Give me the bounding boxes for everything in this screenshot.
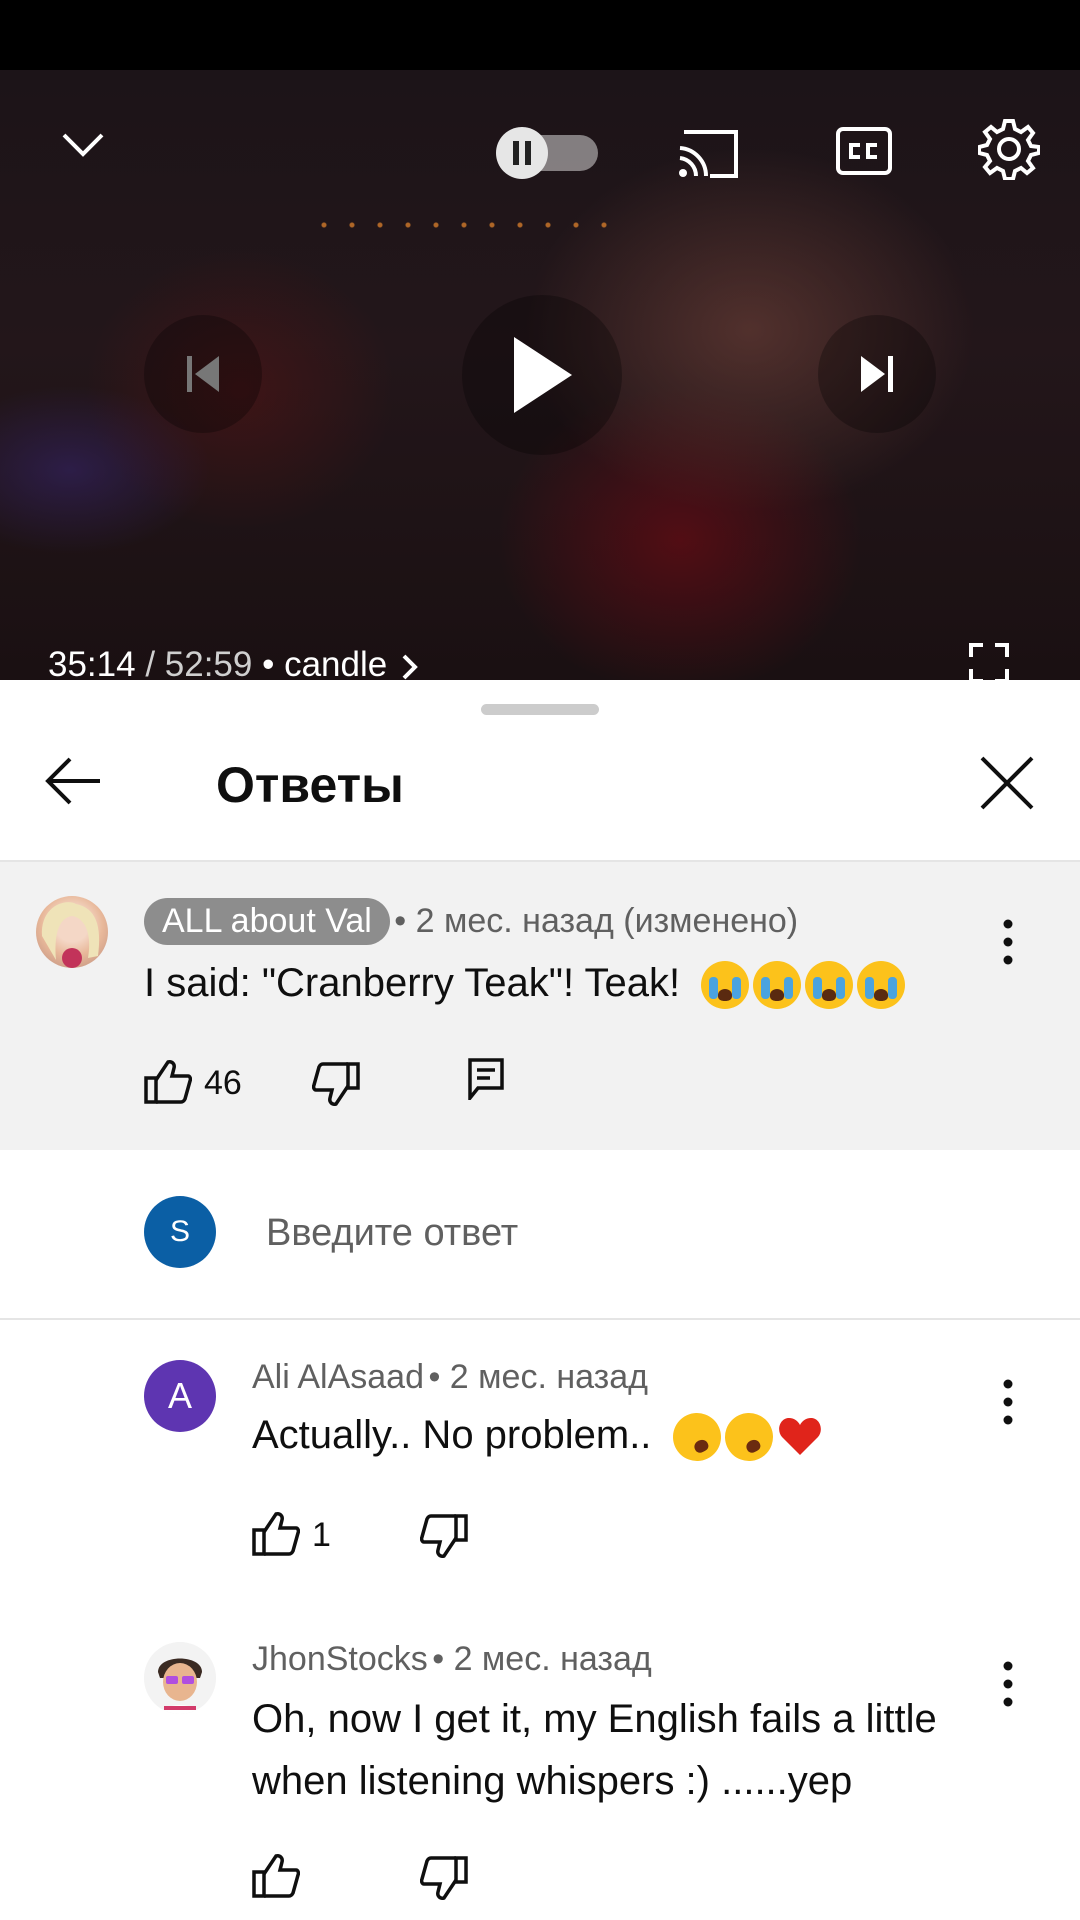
comment-text: Actually.. No problem..: [252, 1413, 652, 1457]
sheet-drag-handle[interactable]: [481, 704, 599, 715]
reply-comment-icon[interactable]: [468, 1058, 504, 1105]
reply-compose-row: S: [0, 1150, 1080, 1318]
loudly-crying-face-icon: [701, 961, 750, 1010]
rolling-laughing-face-icon: [664, 1405, 729, 1470]
comment-text-line-2: when listening whispers :) ......yep: [252, 1759, 853, 1803]
loudly-crying-face-icon: [857, 961, 906, 1010]
cast-icon[interactable]: [676, 125, 740, 183]
chapter-separator: •: [252, 645, 285, 680]
comment-header: JhonStocks • 2 мес. назад: [252, 1640, 652, 1679]
dislike-thumb-down-icon[interactable]: [311, 1062, 360, 1113]
dislike-thumb-down-icon[interactable]: [419, 1514, 468, 1565]
like-count: 46: [204, 1064, 242, 1102]
settings-gear-icon[interactable]: [978, 118, 1040, 180]
red-heart-icon: [778, 1418, 821, 1456]
comment-text-line: I said: "Cranberry Teak"! Teak!: [144, 952, 906, 1014]
status-bar: [0, 0, 1080, 70]
video-player[interactable]: 35:14 / 52:59 • candle: [0, 70, 1080, 680]
sheet-header: Ответы: [0, 720, 1080, 838]
comment-text: I said: "Cranberry Teak"! Teak!: [144, 961, 681, 1005]
minimize-chevron-icon[interactable]: [50, 115, 116, 175]
emoji-group: [664, 1405, 823, 1470]
author-chip[interactable]: ALL about Val: [144, 898, 390, 945]
loudly-crying-face-icon: [753, 961, 802, 1010]
avatar[interactable]: A: [144, 1360, 216, 1432]
avatar-letter: A: [167, 1375, 192, 1416]
next-video-icon[interactable]: [818, 315, 936, 433]
like-thumb-up-icon[interactable]: [252, 1510, 301, 1561]
avatar[interactable]: S: [144, 1196, 216, 1268]
loudly-crying-face-icon: [805, 961, 854, 1010]
reply-input[interactable]: [264, 1202, 1028, 1264]
more-options-icon[interactable]: [988, 1372, 1028, 1432]
sheet-title: Ответы: [216, 757, 404, 813]
compose-divider: [0, 1318, 1080, 1320]
comment-text-line: Actually.. No problem..: [252, 1404, 823, 1470]
chevron-right-icon[interactable]: [401, 653, 419, 680]
chapter-title[interactable]: candle: [284, 645, 387, 680]
author-name[interactable]: Ali AlAsaad: [252, 1358, 424, 1396]
fullscreen-icon[interactable]: [966, 640, 1012, 680]
back-arrow-icon[interactable]: [44, 756, 102, 811]
comment-meta: • 2 мес. назад (изменено): [394, 902, 799, 940]
time-display: 35:14 / 52:59 • candle: [48, 645, 419, 680]
emoji-group: [701, 961, 906, 1010]
comment-text-line-1: Oh, now I get it, my English fails a lit…: [252, 1697, 937, 1741]
comment-header: Ali AlAsaad • 2 мес. назад: [252, 1358, 648, 1397]
video-frame-lights: [310, 220, 610, 230]
captions-cc-icon[interactable]: [836, 125, 892, 177]
avatar[interactable]: [36, 896, 108, 968]
total-duration: 52:59: [164, 645, 253, 680]
like-thumb-up-icon[interactable]: [144, 1058, 193, 1109]
comment-meta: • 2 мес. назад: [432, 1640, 652, 1678]
rolling-laughing-face-icon: [716, 1405, 781, 1470]
author-name[interactable]: JhonStocks: [252, 1640, 428, 1678]
like-count: 1: [312, 1516, 331, 1554]
close-icon[interactable]: [980, 756, 1034, 815]
time-separator: /: [135, 645, 165, 680]
play-button[interactable]: [462, 295, 622, 455]
previous-video-icon[interactable]: [144, 315, 262, 433]
parent-comment: ALL about Val • 2 мес. назад (изменено) …: [0, 862, 1080, 1150]
comment-header: ALL about Val • 2 мес. назад (изменено): [144, 898, 798, 945]
more-options-icon[interactable]: [988, 912, 1028, 972]
replies-sheet: Ответы ALL about Val • 2 мес. назад (изм…: [0, 680, 1080, 1920]
avatar-letter: S: [169, 1215, 190, 1248]
dislike-thumb-down-icon[interactable]: [419, 1856, 468, 1907]
more-options-icon[interactable]: [988, 1654, 1028, 1714]
comment-meta: • 2 мес. назад: [428, 1358, 648, 1396]
like-thumb-up-icon[interactable]: [252, 1852, 301, 1903]
avatar[interactable]: [144, 1642, 216, 1714]
autoplay-toggle[interactable]: [492, 127, 600, 179]
current-time: 35:14: [48, 645, 136, 680]
